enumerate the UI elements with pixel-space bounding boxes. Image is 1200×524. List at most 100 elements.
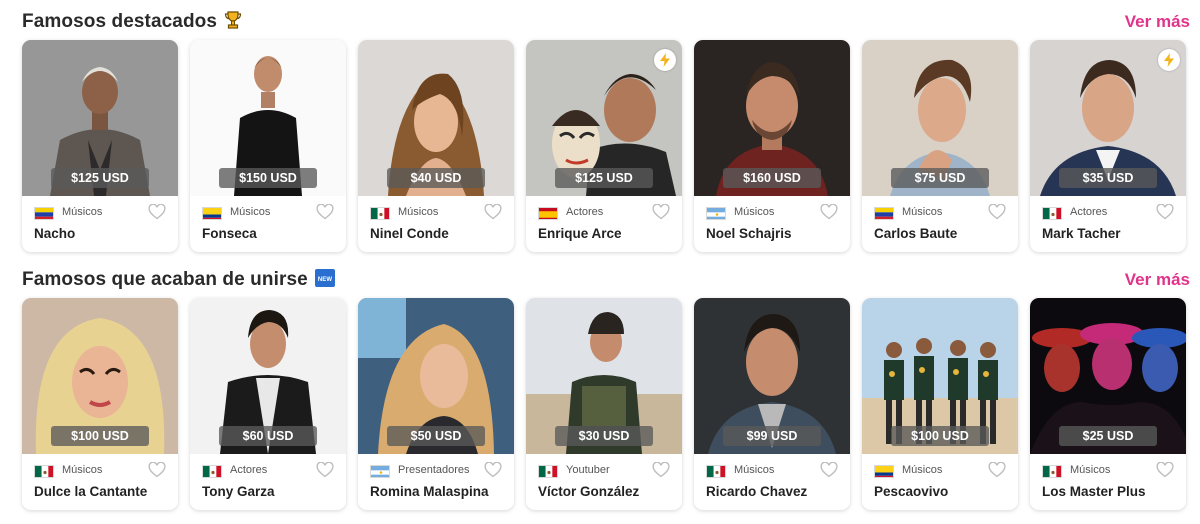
category-label: Músicos: [62, 464, 103, 476]
celebrity-name: Ricardo Chavez: [706, 484, 808, 499]
category-label: Músicos: [734, 206, 775, 218]
section-header: Famosos destacados Ver más: [22, 8, 1190, 36]
price-tag: $125 USD: [555, 168, 653, 188]
celebrity-name: Ninel Conde: [370, 226, 449, 241]
card-meta: Músicos: [874, 464, 994, 478]
category-label: Actores: [1070, 206, 1108, 218]
price-tag: $100 USD: [51, 426, 149, 446]
heart-icon[interactable]: [988, 203, 1006, 220]
see-more-link[interactable]: Ver más: [1125, 270, 1190, 290]
heart-icon[interactable]: [316, 461, 334, 478]
spain-flag-icon: [538, 207, 558, 220]
section-title: Famosos que acaban de unirse NEW: [22, 268, 336, 294]
celebrity-card[interactable]: $40 USD Músicos Ninel Conde: [358, 40, 514, 252]
price-tag: $150 USD: [219, 168, 317, 188]
card-meta: Actores: [202, 464, 322, 478]
celebrity-card[interactable]: $25 USD Músicos Los Master Plus: [1030, 298, 1186, 510]
category-label: Músicos: [398, 206, 439, 218]
celebrity-name: Dulce la Cantante: [34, 484, 148, 499]
argentina-flag-icon: [370, 465, 390, 478]
heart-icon[interactable]: [988, 461, 1006, 478]
celebrity-name: Los Master Plus: [1042, 484, 1146, 499]
celebrity-name: Tony Garza: [202, 484, 275, 499]
heart-icon[interactable]: [1156, 203, 1174, 220]
category-label: Músicos: [734, 464, 775, 476]
card-meta: Actores: [1042, 206, 1162, 220]
celebrity-card[interactable]: $50 USD Presentadores Romina Malaspina: [358, 298, 514, 510]
celebrity-name: Noel Schajris: [706, 226, 792, 241]
lightning-bolt-icon: [1158, 49, 1180, 71]
heart-icon[interactable]: [484, 203, 502, 220]
mexico-flag-icon: [706, 465, 726, 478]
colombia-flag-icon: [202, 207, 222, 220]
celebrity-name: Mark Tacher: [1042, 226, 1121, 241]
celebrity-card[interactable]: $100 USD Músicos Dulce la Cantante: [22, 298, 178, 510]
celebrity-card[interactable]: $99 USD Músicos Ricardo Chavez: [694, 298, 850, 510]
heart-icon[interactable]: [316, 203, 334, 220]
mexico-flag-icon: [34, 465, 54, 478]
heart-icon[interactable]: [1156, 461, 1174, 478]
card-meta: Actores: [538, 206, 658, 220]
heart-icon[interactable]: [148, 461, 166, 478]
venezuela-flag-icon: [34, 207, 54, 220]
celebrity-card-row: $100 USD Músicos Dulce la Cantante $60 U…: [22, 298, 1192, 510]
heart-icon[interactable]: [652, 461, 670, 478]
category-label: Actores: [566, 206, 604, 218]
category-label: Músicos: [902, 464, 943, 476]
card-meta: Músicos: [706, 206, 826, 220]
section-title-text: Famosos destacados: [22, 11, 218, 32]
trophy-icon: [223, 10, 243, 36]
celebrity-name: Fonseca: [202, 226, 257, 241]
heart-icon[interactable]: [148, 203, 166, 220]
celebrity-card-row: $125 USD Músicos Nacho $150 USD Músicos …: [22, 40, 1192, 252]
celebrity-card[interactable]: $75 USD Músicos Carlos Baute: [862, 40, 1018, 252]
price-tag: $35 USD: [1059, 168, 1157, 188]
price-tag: $125 USD: [51, 168, 149, 188]
card-meta: Músicos: [202, 206, 322, 220]
price-tag: $60 USD: [219, 426, 317, 446]
card-meta: Músicos: [1042, 464, 1162, 478]
celebrity-card[interactable]: $150 USD Músicos Fonseca: [190, 40, 346, 252]
celebrity-card[interactable]: $35 USD Actores Mark Tacher: [1030, 40, 1186, 252]
celebrity-card[interactable]: $160 USD Músicos Noel Schajris: [694, 40, 850, 252]
category-label: Músicos: [62, 206, 103, 218]
celebrity-name: Carlos Baute: [874, 226, 958, 241]
celebrity-card[interactable]: $30 USD Youtuber Víctor González: [526, 298, 682, 510]
category-label: Músicos: [230, 206, 271, 218]
new-badge-text: NEW: [318, 277, 333, 283]
category-label: Presentadores: [398, 464, 470, 476]
category-label: Actores: [230, 464, 268, 476]
celebrity-card[interactable]: $100 USD Músicos Pescaovivo: [862, 298, 1018, 510]
celebrity-name: Enrique Arce: [538, 226, 622, 241]
card-meta: Youtuber: [538, 464, 658, 478]
heart-icon[interactable]: [484, 461, 502, 478]
price-tag: $75 USD: [891, 168, 989, 188]
mexico-flag-icon: [370, 207, 390, 220]
heart-icon[interactable]: [652, 203, 670, 220]
celebrity-name: Romina Malaspina: [370, 484, 489, 499]
section-title-text: Famosos que acaban de unirse: [22, 269, 308, 290]
celebrity-card[interactable]: $125 USD Actores Enrique Arce: [526, 40, 682, 252]
see-more-link[interactable]: Ver más: [1125, 12, 1190, 32]
section-header: Famosos que acaban de unirse NEW Ver más: [22, 266, 1190, 294]
price-tag: $100 USD: [891, 426, 989, 446]
price-tag: $50 USD: [387, 426, 485, 446]
lightning-bolt-icon: [654, 49, 676, 71]
celebrity-card[interactable]: $125 USD Músicos Nacho: [22, 40, 178, 252]
section-title: Famosos destacados: [22, 10, 243, 36]
celebrity-name: Nacho: [34, 226, 76, 241]
venezuela-flag-icon: [874, 207, 894, 220]
heart-icon[interactable]: [820, 461, 838, 478]
category-label: Músicos: [1070, 464, 1111, 476]
price-tag: $160 USD: [723, 168, 821, 188]
card-meta: Músicos: [874, 206, 994, 220]
card-meta: Presentadores: [370, 464, 490, 478]
heart-icon[interactable]: [820, 203, 838, 220]
celebrity-card[interactable]: $60 USD Actores Tony Garza: [190, 298, 346, 510]
mexico-flag-icon: [538, 465, 558, 478]
mexico-flag-icon: [1042, 207, 1062, 220]
price-tag: $25 USD: [1059, 426, 1157, 446]
price-tag: $40 USD: [387, 168, 485, 188]
card-meta: Músicos: [706, 464, 826, 478]
colombia-flag-icon: [874, 465, 894, 478]
